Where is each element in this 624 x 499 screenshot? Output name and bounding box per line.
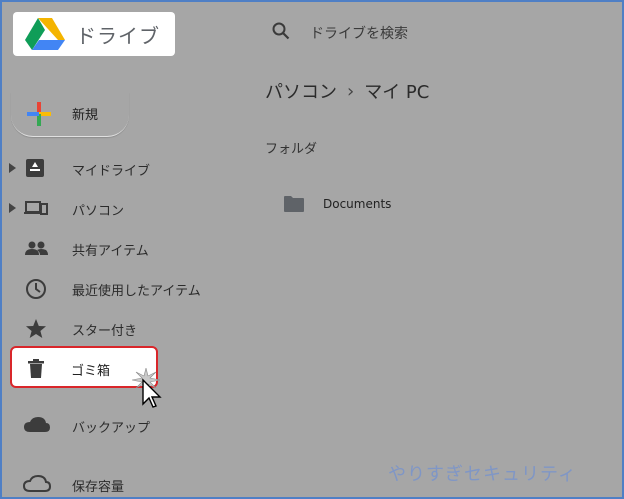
sidebar-item-recent[interactable]: 最近使用したアイテム (0, 273, 240, 303)
folder-documents[interactable]: Documents (283, 195, 391, 213)
search-input[interactable]: ドライブを検索 (310, 23, 408, 43)
sidebar-item-label: 保存容量 (72, 480, 125, 495)
sidebar-item-label: パソコン (72, 204, 125, 219)
new-label: 新規 (72, 108, 99, 123)
cloud-outline-icon (23, 474, 51, 492)
breadcrumb: パソコン › マイ PC (265, 78, 429, 104)
sidebar-item-label: 最近使用したアイテム (72, 284, 201, 299)
cloud-icon (24, 417, 50, 432)
app-title: ドライブ (76, 24, 160, 48)
shared-people-icon (25, 241, 48, 255)
star-icon (26, 319, 46, 338)
sidebar-item-label: ゴミ箱 (71, 364, 111, 379)
trash-icon (28, 359, 44, 378)
my-drive-icon (26, 159, 44, 177)
folders-heading: フォルダ (265, 142, 318, 157)
drive-logo-icon (25, 18, 65, 50)
sidebar-item-label: 共有アイテム (72, 244, 149, 259)
sidebar-item-backup[interactable]: バックアップ (0, 410, 240, 440)
new-button[interactable]: 新規 (11, 92, 129, 137)
sidebar-item-shared[interactable]: 共有アイテム (0, 233, 240, 263)
watermark: やりすぎセキュリティ (388, 464, 577, 485)
sidebar-item-computers[interactable]: パソコン (0, 193, 240, 223)
search-icon[interactable] (272, 22, 290, 40)
drive-logo[interactable]: ドライブ (13, 12, 175, 56)
folder-label: Documents (323, 197, 392, 211)
computers-icon (24, 201, 48, 215)
sidebar-item-storage[interactable]: 保存容量 (0, 469, 240, 499)
breadcrumb-computers[interactable]: パソコン (265, 78, 337, 104)
folder-icon (284, 196, 304, 212)
sidebar-item-starred[interactable]: スター付き (0, 313, 240, 343)
clock-icon (26, 279, 46, 299)
breadcrumb-my-pc[interactable]: マイ PC (364, 78, 429, 104)
sidebar-item-label: バックアップ (72, 421, 151, 436)
expand-arrow-icon[interactable] (9, 163, 16, 173)
sidebar-item-label: スター付き (72, 324, 138, 339)
sidebar-item-my-drive[interactable]: マイドライブ (0, 153, 240, 183)
sidebar-item-label: マイドライブ (72, 164, 151, 179)
expand-arrow-icon[interactable] (9, 203, 16, 213)
mouse-cursor-icon (131, 368, 162, 408)
breadcrumb-separator: › (347, 80, 355, 102)
plus-icon (27, 102, 51, 126)
